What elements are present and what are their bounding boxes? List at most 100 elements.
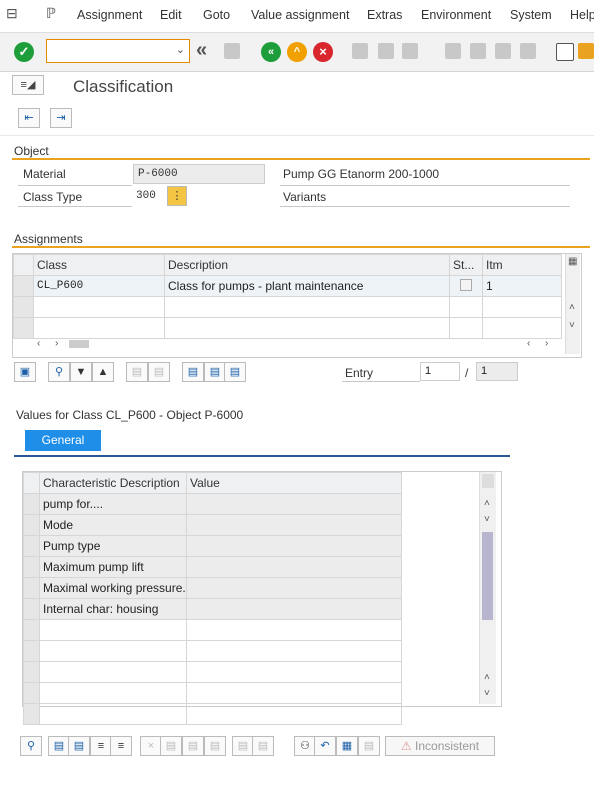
cell-empty[interactable] [39, 703, 187, 725]
cell-empty[interactable] [186, 703, 402, 725]
column-header-characteristic[interactable]: Characteristic Description [39, 472, 187, 494]
row-selector[interactable] [23, 493, 40, 515]
table-row[interactable] [23, 640, 402, 662]
material-field[interactable]: P-6000 [133, 164, 265, 184]
column-header-status[interactable]: St... [449, 254, 483, 276]
row-selector[interactable] [23, 514, 40, 536]
next-object-icon[interactable]: ⇥ [50, 108, 72, 128]
table-row[interactable] [23, 661, 402, 683]
menu-edit[interactable]: Edit [160, 8, 182, 22]
scroll-thumb[interactable] [69, 340, 89, 348]
hierarchy-icon[interactable]: ▤ [204, 362, 226, 382]
cell-description[interactable]: Class for pumps - plant maintenance [164, 275, 450, 297]
cell-value[interactable] [186, 493, 402, 515]
scroll-left-icon[interactable]: ‹ [37, 338, 40, 349]
save-icon[interactable] [224, 43, 240, 59]
sort-icon[interactable]: ≡ [110, 736, 132, 756]
table-row[interactable] [23, 682, 402, 704]
menu-extras[interactable]: Extras [367, 8, 402, 22]
row-selector[interactable] [23, 535, 40, 557]
filter-icon[interactable]: ≡ [90, 736, 112, 756]
cell-empty[interactable] [39, 640, 187, 662]
select-all-cell[interactable] [23, 472, 40, 494]
table-row[interactable] [23, 703, 402, 725]
tab-general[interactable]: General [25, 430, 101, 451]
scroll-up-icon[interactable]: ˄ [569, 302, 575, 313]
delete-value-icon[interactable]: × [140, 736, 162, 756]
help-value-icon[interactable]: ▤ [252, 736, 274, 756]
row-selector[interactable] [23, 598, 40, 620]
cell-empty[interactable] [186, 619, 402, 641]
cell-empty[interactable] [33, 296, 165, 318]
trace-icon[interactable]: ▤ [358, 736, 380, 756]
scroll-thumb[interactable] [482, 532, 493, 620]
command-field[interactable]: ⌄ [46, 39, 190, 63]
characteristic-detail-icon[interactable]: ⚲ [20, 736, 42, 756]
first-page-icon[interactable] [445, 43, 461, 59]
next-page-icon[interactable] [495, 43, 511, 59]
table-settings-icon[interactable]: ▦ [568, 256, 577, 267]
cell-empty[interactable] [449, 317, 483, 339]
print-icon[interactable] [352, 43, 368, 59]
row-selector[interactable] [23, 640, 40, 662]
cell-empty[interactable] [164, 317, 450, 339]
binoculars-icon[interactable]: ⚇ [294, 736, 316, 756]
menu-system[interactable]: System [510, 8, 552, 22]
cell-empty[interactable] [482, 317, 562, 339]
cell-empty[interactable] [186, 640, 402, 662]
menu-goto[interactable]: Goto [203, 8, 230, 22]
cell-class[interactable]: CL_P600 [33, 275, 165, 297]
sort-descending-icon[interactable]: ▼ [70, 362, 92, 382]
scroll-right-icon[interactable]: › [55, 338, 58, 349]
last-page-icon[interactable] [520, 43, 536, 59]
column-header-item[interactable]: Itm [482, 254, 562, 276]
inconsistent-button[interactable]: ⚠ Inconsistent [385, 736, 495, 756]
cancel-icon[interactable]: × [313, 42, 333, 62]
scroll-up-icon[interactable]: ˄ [484, 672, 490, 683]
ok-icon[interactable]: ✓ [14, 42, 34, 62]
menu-value-assignment[interactable]: Value assignment [251, 8, 349, 22]
find-next-icon[interactable] [402, 43, 418, 59]
horizontal-scrollbar[interactable]: ‹ › ‹ › [33, 338, 561, 352]
row-selector[interactable] [13, 317, 34, 339]
vertical-scrollbar[interactable]: ▦ ˄ ˅ [565, 254, 580, 354]
entry-field[interactable]: 1 [420, 362, 460, 381]
copy-assignment-icon[interactable]: ▤ [224, 362, 246, 382]
scroll-left-icon[interactable]: ‹ [527, 338, 530, 349]
cell-empty[interactable] [164, 296, 450, 318]
row-selector[interactable] [13, 296, 34, 318]
sap-logo-icon[interactable]: ℙ [46, 5, 56, 22]
table-row[interactable] [23, 619, 402, 641]
sort-ascending-icon[interactable]: ▲ [92, 362, 114, 382]
cell-empty[interactable] [39, 619, 187, 641]
insert-row-icon[interactable]: ▤ [126, 362, 148, 382]
select-all-cell[interactable] [13, 254, 34, 276]
cell-empty[interactable] [39, 682, 187, 704]
cell-empty[interactable] [449, 296, 483, 318]
paste-value-icon[interactable]: ▤ [182, 736, 204, 756]
cell-empty[interactable] [39, 661, 187, 683]
row-selector[interactable] [23, 703, 40, 725]
cell-status[interactable] [449, 275, 483, 297]
status-checkbox[interactable] [460, 278, 472, 291]
menu-assignment[interactable]: Assignment [77, 8, 142, 22]
table-row[interactable] [13, 296, 562, 318]
command-input[interactable] [51, 41, 173, 63]
scroll-down-icon[interactable]: ˅ [484, 514, 490, 525]
menu-toggle-button[interactable]: ≡◢ [12, 75, 44, 95]
class-type-field[interactable]: 300 [136, 190, 156, 202]
undo-value-icon[interactable]: ▤ [204, 736, 226, 756]
sap-menu-icon[interactable]: ⊟ [6, 5, 18, 22]
scroll-up-icon[interactable]: ˄ [484, 498, 490, 509]
cell-value[interactable] [186, 598, 402, 620]
column-header-value[interactable]: Value [186, 472, 402, 494]
value-list-icon[interactable]: ▦ [336, 736, 358, 756]
previous-object-icon[interactable]: ⇤ [18, 108, 40, 128]
column-header-class[interactable]: Class [33, 254, 165, 276]
row-selector[interactable] [13, 275, 34, 297]
cell-value[interactable] [186, 577, 402, 599]
vertical-scrollbar[interactable]: ˄ ˅ ˄ ˅ [479, 472, 496, 704]
table-row[interactable]: Internal char: housing [23, 598, 402, 620]
shortcut-icon[interactable] [578, 43, 594, 59]
copy-value-icon[interactable]: ▤ [160, 736, 182, 756]
